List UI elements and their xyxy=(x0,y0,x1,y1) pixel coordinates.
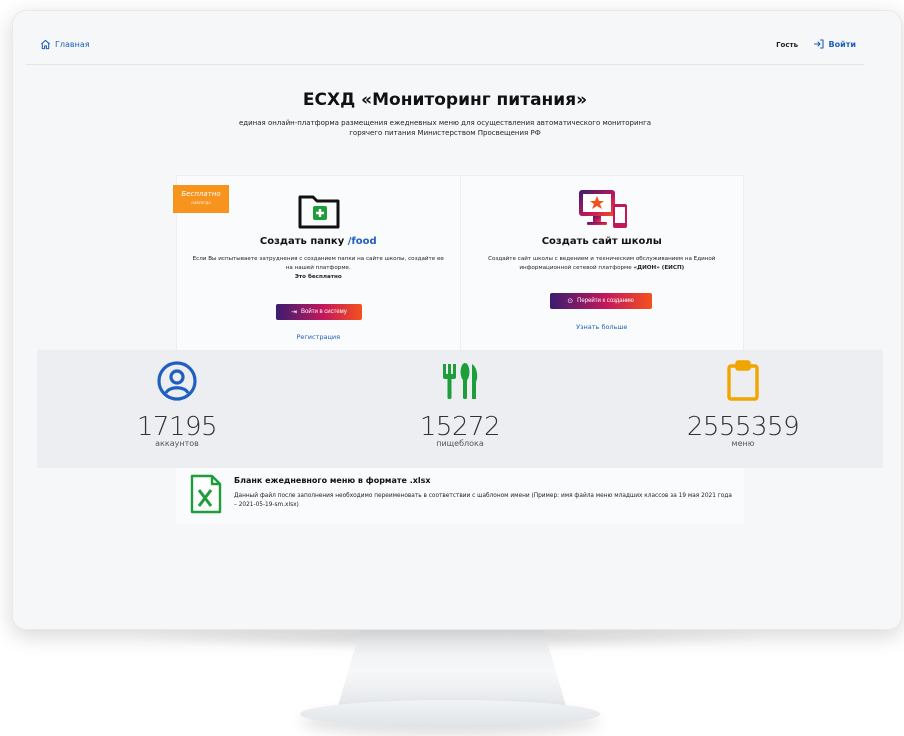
create-folder-card: Бесплатно навсегда Создать папку /food Е… xyxy=(173,175,461,351)
fork-knife-icon xyxy=(443,363,478,399)
user-circle-icon xyxy=(157,361,197,401)
learn-more-link[interactable]: Узнать больше xyxy=(461,323,744,331)
top-navbar: Главная Гость Войти xyxy=(26,36,864,65)
stat-menus-label: меню xyxy=(731,439,755,448)
create-folder-desc-bold: Это бесплатно xyxy=(294,274,342,280)
create-folder-title-accent: /food xyxy=(347,236,377,247)
create-site-title: Создать сайт школы xyxy=(541,236,662,247)
action-cards: Бесплатно навсегда Создать папку /food Е… xyxy=(173,175,744,351)
stat-canteens-label: пищеблока xyxy=(436,439,484,448)
create-folder-title-text: Создать папку xyxy=(259,236,348,247)
login-system-label: Войти в систему xyxy=(301,309,347,315)
statistics-band: 17195 аккаунтов 15272 пищеблока 2555359 … xyxy=(37,350,883,468)
create-site-card: Создать сайт школы Создайте сайт школы с… xyxy=(460,175,744,351)
guest-label: Гость xyxy=(776,41,798,49)
stat-canteens: 15272 пищеблока xyxy=(360,360,560,448)
login-system-button[interactable]: ⇥ Войти в систему xyxy=(276,304,362,320)
free-badge: Бесплатно навсегда xyxy=(173,185,229,213)
login-system-icon: ⇥ xyxy=(291,309,297,316)
website-devices-icon xyxy=(578,190,627,228)
file-description: Данный файл после заполнения необходимо … xyxy=(234,493,732,508)
create-folder-description: Если Вы испытываете затруднения с создан… xyxy=(189,255,448,282)
login-link-label: Войти xyxy=(828,39,856,49)
monitor-stand-base xyxy=(300,700,600,728)
stat-accounts-value: 17195 xyxy=(136,412,218,442)
stat-accounts-label: аккаунтов xyxy=(155,439,199,448)
monitor-stand-neck xyxy=(338,628,566,706)
menu-template-file: Бланк ежедневного меню в формате .xlsx Д… xyxy=(176,468,744,524)
login-link[interactable]: Войти xyxy=(813,38,856,50)
stat-accounts: 17195 аккаунтов xyxy=(77,360,277,448)
folder-add-icon xyxy=(298,195,340,229)
free-badge-main: Бесплатно xyxy=(181,190,221,198)
registration-link[interactable]: Регистрация xyxy=(177,333,460,341)
create-site-description: Создайте сайт школы с ведением и техниче… xyxy=(473,255,732,273)
page-title: ЕСХД «Мониторинг питания» xyxy=(302,90,588,110)
go-create-icon: ⊙ xyxy=(567,298,574,305)
home-link-label: Главная xyxy=(55,40,90,49)
login-icon xyxy=(813,39,824,49)
file-title[interactable]: Бланк ежедневного меню в формате .xlsx xyxy=(234,476,431,485)
stat-menus: 2555359 меню xyxy=(643,360,843,448)
create-folder-desc-text: Если Вы испытываете затруднения с создан… xyxy=(192,256,444,271)
page-subtitle: единая онлайн-платформа размещения ежедн… xyxy=(238,119,652,137)
go-create-button[interactable]: ⊙ Перейти к созданию xyxy=(549,293,652,309)
stat-canteens-value: 15272 xyxy=(419,412,501,442)
stat-menus-value: 2555359 xyxy=(686,412,800,442)
go-create-label: Перейти к созданию xyxy=(577,298,634,304)
home-icon xyxy=(41,39,50,50)
home-link[interactable]: Главная xyxy=(40,39,90,50)
excel-file-icon[interactable] xyxy=(190,474,222,514)
create-folder-title: Создать папку /food xyxy=(177,236,460,247)
create-site-desc-bold: «ДИОН» (ЕИСП) xyxy=(633,265,685,271)
clipboard-icon xyxy=(727,360,759,401)
free-badge-sub: навсегда xyxy=(191,200,211,205)
